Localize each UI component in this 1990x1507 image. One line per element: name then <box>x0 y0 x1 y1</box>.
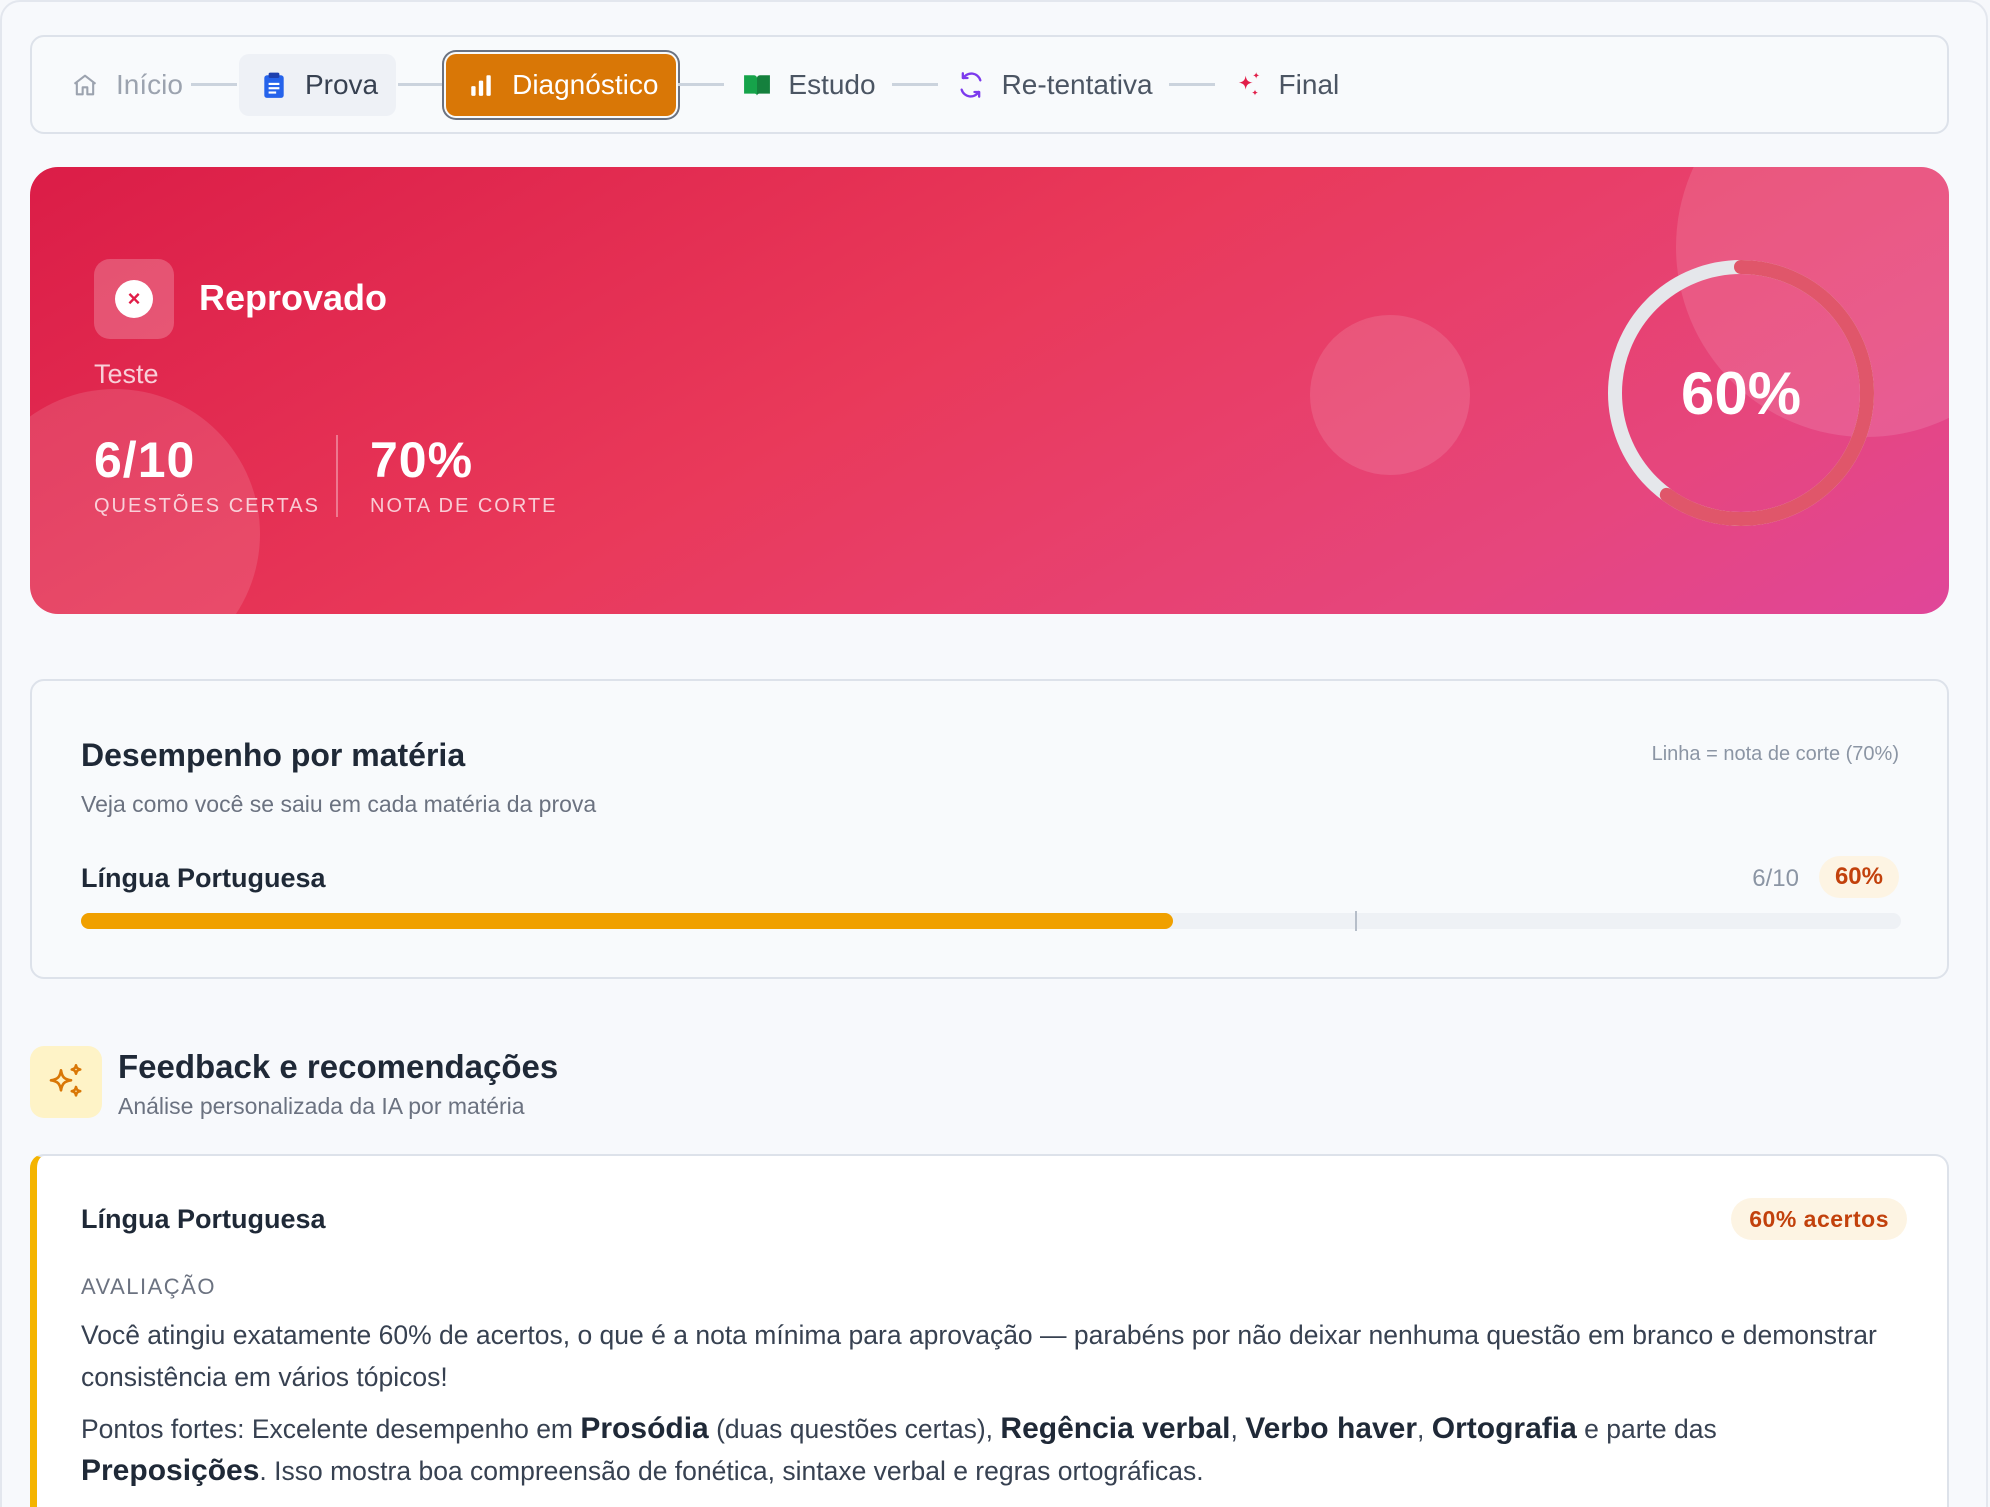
step-label: Início <box>116 68 183 100</box>
sparkles-icon <box>1231 68 1265 102</box>
topic-highlight: Regência verbal <box>1000 1412 1231 1445</box>
home-icon <box>68 68 102 102</box>
topic-highlight: Preposições <box>81 1454 260 1487</box>
refresh-icon <box>954 68 988 102</box>
close-icon: × <box>115 280 153 318</box>
bar-chart-icon <box>464 68 498 102</box>
subject-progress-track <box>81 911 1901 931</box>
strengths-suffix: . Isso mostra boa compreensão de fonétic… <box>259 1456 1204 1486</box>
step-connector <box>190 83 237 86</box>
status-title: Reprovado <box>199 277 388 318</box>
step-label: Diagnóstico <box>512 68 659 100</box>
step-label: Re-tentativa <box>1001 68 1153 100</box>
strengths-text-part: e parte das <box>1576 1414 1717 1444</box>
strengths-text-part: , <box>1230 1414 1246 1444</box>
result-hero: × Reprovado Teste 6/10 QUESTÕES CERTAS 7… <box>30 167 1949 614</box>
progress-stepper: Início Prova Diagnóstico Estudo Re-tenta… <box>30 35 1949 134</box>
clipboard-icon <box>257 68 291 102</box>
performance-card: Desempenho por matéria Veja como você se… <box>30 679 1949 979</box>
status-badge: × <box>94 259 174 339</box>
cutoff-legend: Linha = nota de corte (70%) <box>1651 743 1899 765</box>
sparkles-icon <box>30 1046 102 1118</box>
topic-highlight: Verbo haver <box>1245 1412 1418 1445</box>
subject-percent-badge: 60% <box>1818 856 1899 898</box>
cutoff-value: 70% <box>370 432 474 488</box>
cutoff-label: NOTA DE CORTE <box>370 495 558 517</box>
correct-count: 6/10 <box>94 432 196 488</box>
step-connector <box>398 83 445 86</box>
step-final[interactable]: Final <box>1217 54 1354 116</box>
step-connector <box>1168 83 1215 86</box>
strengths-text-part: (duas questões certas), <box>708 1414 1001 1444</box>
cutoff-marker <box>1355 911 1357 931</box>
step-label: Prova <box>304 68 379 100</box>
correct-label: QUESTÕES CERTAS <box>94 495 320 517</box>
book-open-icon <box>740 68 774 102</box>
step-label: Estudo <box>788 68 876 100</box>
step-prova[interactable]: Prova <box>238 53 397 116</box>
strengths-text-part: , <box>1417 1414 1432 1444</box>
step-inicio[interactable]: Início <box>62 54 189 116</box>
strengths-text: Pontos fortes: Excelente desempenho em P… <box>81 1408 1901 1492</box>
accuracy-badge: 60% acertos <box>1731 1198 1907 1240</box>
feedback-card: Língua Portuguesa 60% acertos AVALIAÇÃO … <box>30 1154 1949 1507</box>
topic-highlight: Prosódia <box>580 1412 709 1445</box>
topic-highlight: Ortografia <box>1431 1412 1577 1445</box>
evaluation-text: Você atingiu exatamente 60% de acertos, … <box>81 1320 1877 1392</box>
performance-subtitle: Veja como você se saiu em cada matéria d… <box>81 791 597 817</box>
score-percent: 60% <box>1680 359 1802 427</box>
strengths-prefix: Pontos fortes: Excelente desempenho em <box>81 1414 581 1444</box>
stat-divider <box>336 435 338 517</box>
performance-title: Desempenho por matéria <box>81 737 466 773</box>
subject-score: 6/10 <box>1752 865 1799 892</box>
step-label: Final <box>1278 68 1340 100</box>
step-estudo[interactable]: Estudo <box>726 54 889 116</box>
exam-name: Teste <box>94 359 159 389</box>
step-connector <box>678 83 725 86</box>
section-label: AVALIAÇÃO <box>81 1274 216 1299</box>
step-connector <box>891 83 938 86</box>
subject-progress-fill <box>81 913 1173 929</box>
feedback-subtitle: Análise personalizada da IA por matéria <box>118 1093 525 1119</box>
subject-name: Língua Portuguesa <box>81 863 326 893</box>
feedback-title: Feedback e recomendações <box>118 1048 559 1085</box>
step-diagnostico[interactable]: Diagnóstico <box>446 53 677 116</box>
step-retentativa[interactable]: Re-tentativa <box>940 54 1167 116</box>
decorative-circle <box>1310 315 1470 475</box>
feedback-subject: Língua Portuguesa <box>81 1204 326 1234</box>
